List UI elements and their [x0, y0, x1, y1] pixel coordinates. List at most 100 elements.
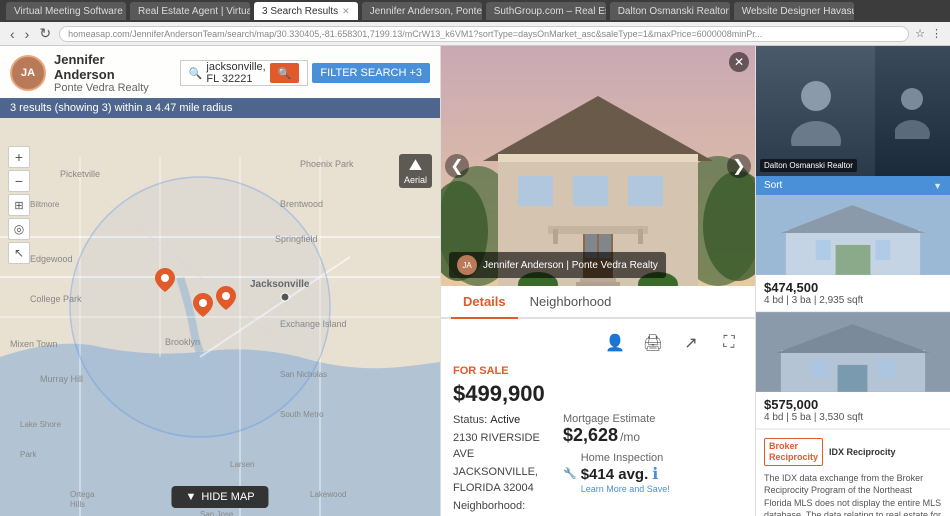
tab-4[interactable]: Jennifer Anderson, Ponte Veda... ✕ — [362, 2, 482, 20]
broker-text: The IDX data exchange from the Broker Re… — [764, 472, 942, 516]
mortgage-block: Mortgage Estimate $2,628 /mo 🔧 Home Insp… — [563, 413, 743, 516]
photo-close-button[interactable]: ✕ — [729, 52, 749, 72]
svg-text:Lakewood: Lakewood — [310, 490, 346, 499]
search-button[interactable]: 🔍 — [270, 63, 300, 83]
filter-button[interactable]: FILTER SEARCH +3 — [312, 63, 430, 83]
for-sale-badge: FOR SALE — [453, 365, 743, 377]
listing-card-1-price: $474,500 — [764, 280, 942, 295]
listing-card-2-image — [756, 312, 950, 392]
map-view[interactable]: Picketville Biltmore Phoenix Park Brentw… — [0, 98, 440, 516]
refresh-button[interactable]: ↻ — [37, 25, 53, 42]
expand-icon[interactable]: ⛶ — [715, 329, 743, 357]
map-pin-3[interactable] — [216, 286, 236, 313]
side-speaker-avatar — [895, 84, 930, 139]
listing-tabs: Details Neighborhood — [441, 286, 755, 319]
svg-text:Murray Hill: Murray Hill — [40, 374, 83, 384]
svg-text:2: 2 — [201, 299, 206, 308]
inspection-link[interactable]: Learn More and Save! — [581, 484, 670, 494]
inspection-info-icon[interactable]: ℹ — [652, 464, 658, 484]
listing-card-2-photo — [756, 312, 950, 392]
tab-2[interactable]: Real Estate Agent | Virtual Meeti... ✕ — [130, 2, 250, 20]
svg-text:Lake Shore: Lake Shore — [20, 420, 61, 429]
hide-map-button[interactable]: ▼ HIDE MAP — [171, 486, 268, 508]
bookmark-icon[interactable]: ☆ — [915, 27, 925, 40]
photo-agent-avatar: JA — [457, 255, 477, 275]
tab-5[interactable]: SuthGroup.com – Real Estate P... ✕ — [486, 2, 606, 20]
svg-text:Biltmore: Biltmore — [30, 200, 60, 209]
city-row: JACKSONVILLE, FLORIDA 32004 — [453, 465, 543, 496]
inspection-row: 🔧 Home Inspection $414 avg. ℹ Learn More… — [563, 452, 743, 494]
tab-3-close[interactable]: ✕ — [342, 6, 350, 17]
photo-prev-button[interactable]: ❮ — [445, 154, 469, 178]
video-side-speaker — [875, 46, 950, 176]
listing-address-block: Status: Active 2130 RIVERSIDE AVE JACKSO… — [453, 413, 543, 516]
video-main-speaker — [756, 46, 875, 176]
person-icon[interactable]: 👤 — [601, 329, 629, 357]
address-row: 2130 RIVERSIDE AVE — [453, 431, 543, 462]
forward-button[interactable]: › — [23, 26, 32, 42]
video-name-badge: Dalton Osmanski Realtor — [760, 159, 857, 172]
map-pin-2[interactable]: 2 — [193, 293, 213, 320]
share-icon[interactable]: ↗ — [677, 329, 705, 357]
listing-card-1-photo — [756, 195, 950, 275]
svg-text:Brooklyn: Brooklyn — [165, 337, 200, 347]
browser-toolbar: ☆ ⋮ — [915, 27, 942, 40]
map-pin-1[interactable] — [155, 268, 175, 295]
mortgage-amount: $2,628 — [563, 425, 618, 446]
print-icon[interactable]: 🖨 — [639, 329, 667, 357]
search-icon: 🔍 — [189, 67, 203, 80]
svg-text:Brentwood: Brentwood — [280, 199, 323, 209]
zoom-out-button[interactable]: − — [8, 170, 30, 192]
address-input[interactable]: homeasap.com/JenniferAndersonTeam/search… — [59, 26, 909, 42]
listing-card-1[interactable]: $474,500 4 bd | 3 ba | 2,935 sqft — [756, 195, 950, 312]
inspection-price: $414 avg. — [581, 466, 649, 483]
listing-price: $499,900 — [453, 381, 743, 407]
wrench-icon: 🔧 — [563, 467, 577, 480]
zoom-in-button[interactable]: + — [8, 146, 30, 168]
map-controls: + − ⊞ ◎ ↖ — [8, 146, 30, 264]
menu-icon[interactable]: ⋮ — [931, 27, 942, 40]
avatar: JA — [10, 55, 46, 91]
svg-text:Edgewood: Edgewood — [30, 254, 73, 264]
main-content: JA Jennifer Anderson Ponte Vedra Realty … — [0, 46, 950, 516]
tab-6[interactable]: Dalton Osmanski Realtor – Just... ✕ — [610, 2, 730, 20]
svg-text:Ortega: Ortega — [70, 490, 95, 499]
action-icons: 👤 🖨 ↗ ⛶ — [453, 329, 743, 357]
listing-card-2-price: $575,000 — [764, 397, 942, 412]
map-type-button[interactable]: ⛰ Aerial — [399, 154, 432, 188]
search-input[interactable]: jacksonville, FL 32221 — [206, 61, 265, 85]
tab-neighborhood[interactable]: Neighborhood — [518, 286, 624, 319]
tab-1[interactable]: Virtual Meeting Software | Just... ✕ — [6, 2, 126, 20]
listing-card-2-stats: 4 bd | 5 ba | 3,530 sqft — [764, 412, 942, 423]
listings-list: $474,500 4 bd | 3 ba | 2,935 sqft — [756, 195, 950, 516]
tab-details[interactable]: Details — [451, 286, 518, 319]
results-bar: 3 results (showing 3) within a 4.47 mile… — [0, 98, 440, 118]
agent-name: Jennifer Anderson — [54, 52, 164, 82]
browser-chrome: Virtual Meeting Software | Just... ✕ Rea… — [0, 0, 950, 22]
svg-text:Mixen Town: Mixen Town — [10, 339, 57, 349]
location-button[interactable]: ◎ — [8, 218, 30, 240]
cursor-button[interactable]: ↖ — [8, 242, 30, 264]
tab-7[interactable]: Website Designer Havasu City... ✕ — [734, 2, 854, 20]
tab-3-active[interactable]: 3 Search Results ✕ — [254, 2, 358, 20]
map-panel: JA Jennifer Anderson Ponte Vedra Realty … — [0, 46, 440, 516]
mortgage-mo: /mo — [620, 430, 640, 444]
photo-agent-badge: JA Jennifer Anderson | Ponte Vedra Realt… — [449, 252, 666, 278]
broker-logo: Broker Reciprocity — [764, 438, 823, 466]
sort-bar: Sort ▼ — [756, 176, 950, 195]
listing-photo-bg — [441, 46, 755, 286]
back-button[interactable]: ‹ — [8, 26, 17, 42]
right-sidebar: Dalton Osmanski Realtor Sort ▼ — [755, 46, 950, 516]
broker-title: IDX Reciprocity — [829, 447, 896, 457]
main-speaker-avatar — [791, 76, 841, 146]
listing-card-1-stats: 4 bd | 3 ba | 2,935 sqft — [764, 295, 942, 306]
detail-grid: Status: Active 2130 RIVERSIDE AVE JACKSO… — [453, 413, 743, 516]
broker-box: Broker Reciprocity IDX Reciprocity The I… — [756, 429, 950, 516]
photo-next-button[interactable]: ❯ — [727, 154, 751, 178]
svg-text:Larsen: Larsen — [230, 460, 254, 469]
layers-button[interactable]: ⊞ — [8, 194, 30, 216]
house-illustration — [441, 46, 755, 286]
status-row: Status: Active — [453, 413, 543, 428]
listing-card-2[interactable]: $575,000 4 bd | 5 ba | 3,530 sqft — [756, 312, 950, 429]
agent-company: Ponte Vedra Realty — [54, 82, 164, 94]
